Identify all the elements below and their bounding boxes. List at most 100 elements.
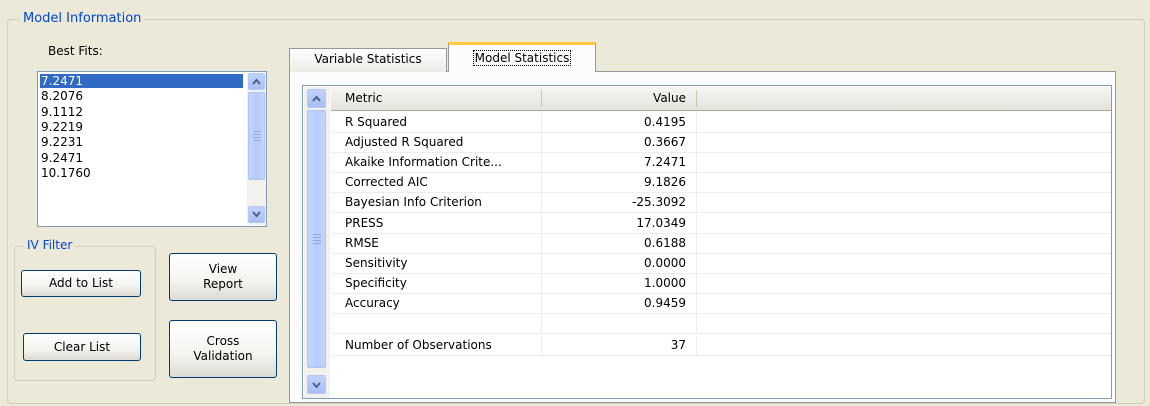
value-cell: 0.0000 [644,255,686,270]
value-cell: 0.3667 [644,135,686,150]
cross-validation-button[interactable]: Cross Validation [169,320,277,378]
column-line [541,133,542,153]
tab-model-statistics[interactable]: Model Statistics [448,42,596,72]
best-fit-item[interactable]: 7.2471 [40,74,243,88]
column-line [696,253,697,273]
column-line [696,233,697,253]
table-row[interactable]: Adjusted R Squared 0.3667 [331,133,1111,154]
grid-scroll-thumb[interactable] [307,110,326,368]
chevron-up-icon [252,78,261,85]
value-cell [556,314,686,333]
clear-list-button[interactable]: Clear List [23,333,141,361]
value-cell: 0.9459 [644,295,686,310]
header-separator [696,90,697,107]
grip-line [313,237,321,238]
column-line [696,336,697,356]
metric-cell: Sensitivity [345,255,408,270]
tab-variable-statistics[interactable]: Variable Statistics [289,48,447,72]
column-line [696,133,697,153]
metric-cell: Bayesian Info Criterion [345,195,482,210]
column-line [541,233,542,253]
grid-scroll-down-button[interactable] [307,375,326,394]
best-fit-item[interactable]: 8.2076 [40,89,83,103]
scroll-down-button[interactable] [248,206,265,223]
column-line [541,293,542,313]
table-row[interactable]: Bayesian Info Criterion -25.3092 [331,193,1111,214]
grip-line [313,234,321,235]
metric-cell: Number of Observations [345,338,492,353]
column-line [696,153,697,173]
column-line [541,193,542,213]
chevron-down-icon [312,382,321,389]
metric-cell [345,314,540,333]
table-row[interactable]: R Squared 0.4195 [331,113,1111,133]
grip-line [253,134,261,135]
view-report-button[interactable]: View Report [169,253,277,301]
value-cell: 9.1826 [644,175,686,190]
chevron-up-icon [312,95,321,102]
header-separator [541,90,542,107]
add-to-list-button[interactable]: Add to List [21,270,141,297]
metric-cell: PRESS [345,215,384,230]
value-cell: 1.0000 [644,275,686,290]
column-line [541,213,542,233]
column-line [541,273,542,293]
table-row[interactable]: Corrected AIC 9.1826 [331,173,1111,194]
metric-cell: Akaike Information Crite... [345,155,502,170]
column-line [541,113,542,132]
header-value[interactable]: Value [556,87,686,110]
column-line [541,153,542,173]
best-fits-label: Best Fits: [48,44,103,58]
column-line [696,113,697,132]
column-line [696,173,697,193]
view-report-label: View Report [203,262,243,291]
best-fits-scrollbar[interactable] [247,73,266,225]
column-line [696,273,697,293]
table-row[interactable] [331,314,1111,334]
scroll-up-button[interactable] [248,73,265,90]
best-fit-item[interactable]: 9.1112 [40,105,83,119]
column-line [541,253,542,273]
metric-cell: Specificity [345,275,407,290]
add-to-list-label: Add to List [49,276,113,290]
table-row[interactable]: Sensitivity 0.0000 [331,253,1111,274]
tab-label: Variable Statistics [314,52,422,66]
best-fit-item[interactable]: 10.1760 [40,166,91,180]
model-statistics-grid[interactable]: Metric Value R Squared 0.4195 Adjusted R S… [302,85,1112,399]
grip-line [313,243,321,244]
value-cell: 37 [670,338,686,353]
model-information-title: Model Information [20,12,145,26]
best-fit-item[interactable]: 9.2231 [40,135,83,149]
value-cell: 0.6188 [644,235,686,250]
column-line [696,293,697,313]
grip-line [253,131,261,132]
header-metric[interactable]: Metric [345,87,382,110]
column-line [541,173,542,193]
metric-cell: RMSE [345,235,379,250]
metric-cell: Corrected AIC [345,175,428,190]
column-line [696,213,697,233]
table-row[interactable]: Specificity 1.0000 [331,273,1111,294]
best-fits-listbox[interactable]: 7.2471 8.2076 9.1112 9.2219 9.2231 9.2471 10.1… [37,71,267,227]
table-row[interactable]: RMSE 0.6188 [331,233,1111,254]
cross-validation-label: Cross Validation [193,334,253,363]
grip-line [253,137,261,138]
column-line [696,314,697,333]
table-row[interactable]: Accuracy 0.9459 [331,293,1111,314]
best-fit-item[interactable]: 9.2219 [40,120,83,134]
table-row[interactable]: PRESS 17.0349 [331,213,1111,234]
grid-scrollbar[interactable] [304,87,330,398]
table-row[interactable]: Akaike Information Crite... 7.2471 [331,153,1111,174]
grip-line [313,240,321,241]
grip-line [253,140,261,141]
iv-filter-title: IV Filter [24,238,76,252]
column-line [696,193,697,213]
grid-header: Metric Value [331,87,1111,111]
grid-scroll-up-button[interactable] [307,89,326,108]
table-row[interactable]: Number of Observations 37 [331,336,1111,357]
best-fit-item[interactable]: 9.2471 [40,151,83,165]
tab-label: Model Statistics [472,50,572,66]
column-line [541,336,542,356]
scroll-thumb[interactable] [248,92,265,180]
value-cell: -25.3092 [632,195,686,210]
